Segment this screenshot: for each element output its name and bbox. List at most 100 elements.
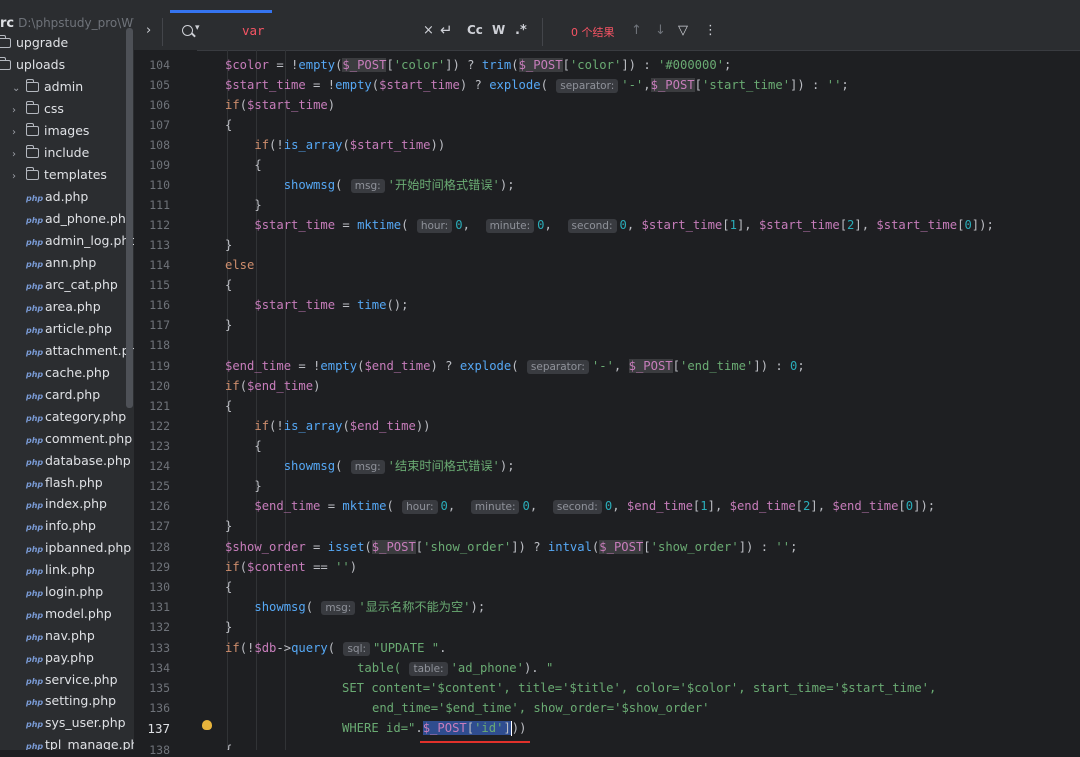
php-file-icon: php — [26, 523, 44, 532]
chevron-right-icon[interactable]: › — [12, 122, 26, 144]
chevron-right-icon[interactable]: › — [12, 166, 26, 188]
line-number: 115 — [149, 278, 170, 292]
tree-item[interactable]: php setting.php — [26, 690, 116, 712]
code-line-107: { — [225, 118, 233, 132]
php-file-icon: php — [26, 698, 44, 707]
code-line-126: $end_time = mktime( hour: 0, minute: 0, se… — [254, 499, 936, 514]
newline-icon[interactable]: ↵ — [440, 21, 453, 39]
line-number: 126 — [149, 499, 170, 513]
tree-root-label: rc — [0, 16, 15, 31]
tree-item[interactable]: › images — [12, 120, 89, 142]
php-file-icon: php — [26, 611, 44, 620]
tree-item[interactable]: php category.php — [26, 406, 126, 428]
code-line-127: } — [225, 519, 233, 533]
folder-icon — [0, 35, 11, 48]
expand-replace-icon[interactable]: › — [146, 23, 151, 38]
tree-item-label: attachment.php — [45, 343, 134, 358]
search-results-count: 0 个结果 — [571, 26, 615, 39]
str: '结束时间格式错误' — [387, 459, 500, 473]
php-file-icon: php — [26, 216, 44, 225]
match-case-toggle[interactable]: Cc — [467, 23, 483, 37]
find-box[interactable]: ▾ var × ↵ Cc W .* — [168, 14, 576, 50]
tree-item[interactable]: php area.php — [26, 296, 101, 318]
param-hint: msg: — [350, 460, 385, 474]
next-occurrence-icon[interactable]: ↓ — [655, 23, 666, 38]
tree-item[interactable]: php ad.php — [26, 186, 88, 208]
line-number: 112 — [149, 218, 170, 232]
str: '' — [335, 560, 350, 574]
tree-item[interactable]: uploads — [0, 54, 65, 76]
search-history-chevron-icon[interactable]: ▾ — [195, 23, 200, 33]
tree-item[interactable]: php database.php — [26, 450, 131, 472]
tree-item[interactable]: php info.php — [26, 515, 96, 537]
tree-root[interactable]: rcD:\phpstudy_pro\WWW — [0, 14, 134, 34]
whole-word-toggle[interactable]: W — [492, 23, 505, 37]
tree-item[interactable]: php comment.php — [26, 428, 132, 450]
str: " — [545, 661, 561, 675]
tree-item[interactable]: php service.php — [26, 669, 118, 691]
tree-item[interactable]: php index.php — [26, 493, 107, 515]
chevron-down-icon[interactable]: ⌄ — [12, 78, 26, 100]
filter-icon[interactable]: ▽ — [678, 23, 688, 38]
php-file-icon: php — [26, 238, 44, 247]
tree-item[interactable]: php arc_cat.php — [26, 274, 118, 296]
line-number: 124 — [149, 459, 170, 473]
code-line-114: else — [225, 258, 255, 272]
tree-item[interactable]: php flash.php — [26, 472, 103, 494]
tree-item[interactable]: php ad_phone.php — [26, 208, 134, 230]
code-line-112: $start_time = mktime( hour: 0, minute: 0, … — [254, 218, 994, 233]
str: 'id' — [474, 721, 504, 735]
str: 'end_time' — [679, 359, 754, 373]
code-line-111: } — [225, 198, 262, 212]
tree-item[interactable]: php sys_user.php — [26, 712, 126, 734]
code-line-120: if($end_time) — [225, 379, 321, 393]
code-line-105: $start_time = !empty($start_time) ? expl… — [225, 78, 849, 93]
previous-occurrence-icon[interactable]: ↑ — [631, 23, 642, 38]
chevron-right-icon[interactable]: › — [12, 144, 26, 166]
code-line-131: showmsg( msg: '显示名称不能为空'); — [254, 600, 486, 615]
tree-item[interactable]: › css — [12, 98, 64, 120]
tree-item[interactable]: phptpl_manage.php — [26, 734, 134, 750]
tree-item[interactable]: php nav.php — [26, 625, 95, 647]
line-number-gutter: 104 105 106 107 108 109 110 111 112 113 114 115 116 1… — [134, 50, 212, 757]
php-file-icon: php — [26, 282, 44, 291]
param-hint: sql: — [343, 642, 371, 656]
chevron-right-icon[interactable]: › — [12, 100, 26, 122]
project-tree[interactable]: rcD:\phpstudy_pro\WWW upgrade uploads ⌄ adm… — [0, 14, 134, 750]
search-icon[interactable] — [182, 25, 193, 36]
php-file-icon: php — [26, 260, 44, 269]
tree-item[interactable]: php ann.php — [26, 252, 96, 274]
param-hint: hour: — [416, 219, 453, 233]
clear-search-icon[interactable]: × — [423, 23, 434, 38]
line-number: 106 — [149, 98, 170, 112]
tree-item[interactable]: php pay.php — [26, 647, 94, 669]
tree-item[interactable]: php link.php — [26, 559, 95, 581]
tree-item-label: nav.php — [45, 628, 95, 643]
tree-item[interactable]: upgrade — [0, 32, 68, 54]
regex-toggle[interactable]: .* — [515, 23, 527, 38]
php-file-icon: php — [26, 742, 44, 750]
tree-item[interactable]: phpattachment.php — [26, 340, 134, 362]
line-number: 132 — [149, 620, 170, 634]
tree-item[interactable]: php login.php — [26, 581, 103, 603]
tree-item[interactable]: php ipbanned.php — [26, 537, 131, 559]
tree-item-label: sys_user.php — [45, 715, 126, 730]
line-number: 114 — [149, 258, 170, 272]
code-editor[interactable]: $color = !empty($_POST['color']) ? trim(… — [197, 50, 1080, 750]
param-hint: minute: — [470, 500, 520, 514]
tree-item[interactable]: php article.php — [26, 318, 112, 340]
tree-item[interactable]: php admin_log.php — [26, 230, 134, 252]
search-input[interactable]: var — [242, 23, 265, 38]
str: '-' — [621, 78, 644, 92]
line-number: 104 — [149, 58, 170, 72]
tree-item[interactable]: php cache.php — [26, 362, 110, 384]
more-options-icon[interactable]: ⋮ — [704, 23, 717, 38]
tree-item[interactable]: php card.php — [26, 384, 100, 406]
tree-item[interactable]: › include — [12, 142, 89, 164]
tree-item[interactable]: ⌄ admin — [12, 76, 83, 98]
code-line-119: $end_time = !empty($end_time) ? explode(… — [225, 359, 805, 374]
tree-item[interactable]: › templates — [12, 164, 107, 186]
line-number: 129 — [149, 560, 170, 574]
tree-item[interactable]: php model.php — [26, 603, 112, 625]
code-line-124: showmsg( msg: '结束时间格式错误'); — [283, 459, 515, 474]
